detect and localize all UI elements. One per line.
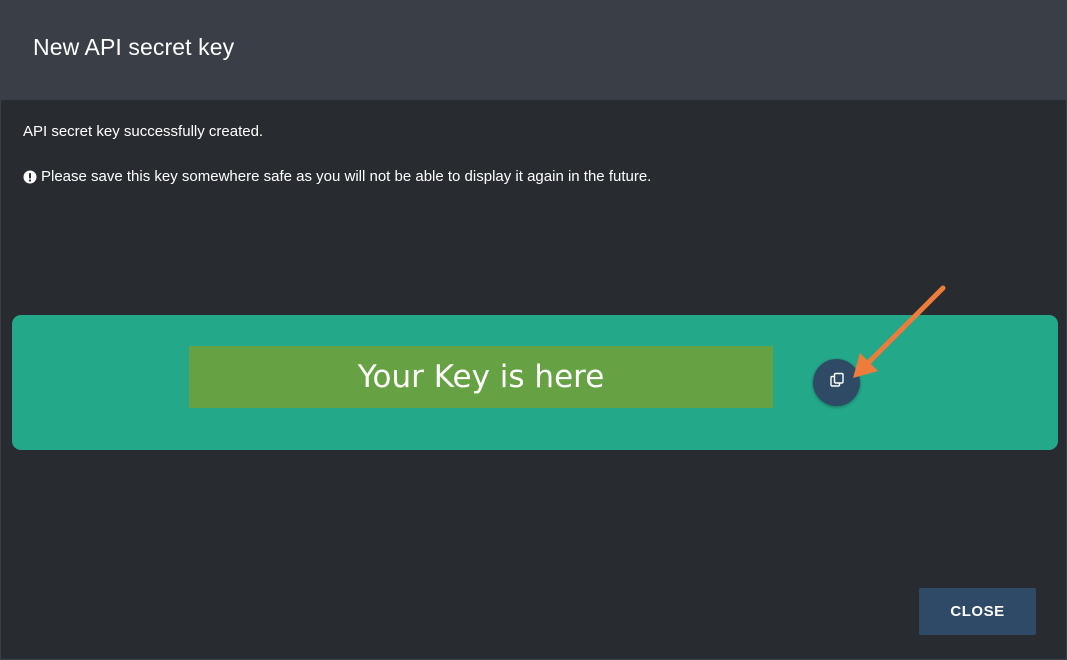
warning-message-row: Please save this key somewhere safe as y…: [23, 168, 651, 185]
annotation-arrow-icon: [853, 285, 946, 378]
exclamation-circle-icon: [23, 170, 37, 184]
close-button[interactable]: CLOSE: [919, 588, 1036, 635]
dialog-header: New API secret key: [1, 1, 1067, 100]
api-key-dialog: New API secret key API secret key succes…: [0, 0, 1067, 660]
success-message: API secret key successfully created.: [23, 123, 264, 140]
warning-message-text: Please save this key somewhere safe as y…: [41, 168, 652, 185]
api-key-value[interactable]: Your Key is here: [189, 346, 773, 408]
dialog-title: New API secret key: [33, 34, 235, 60]
